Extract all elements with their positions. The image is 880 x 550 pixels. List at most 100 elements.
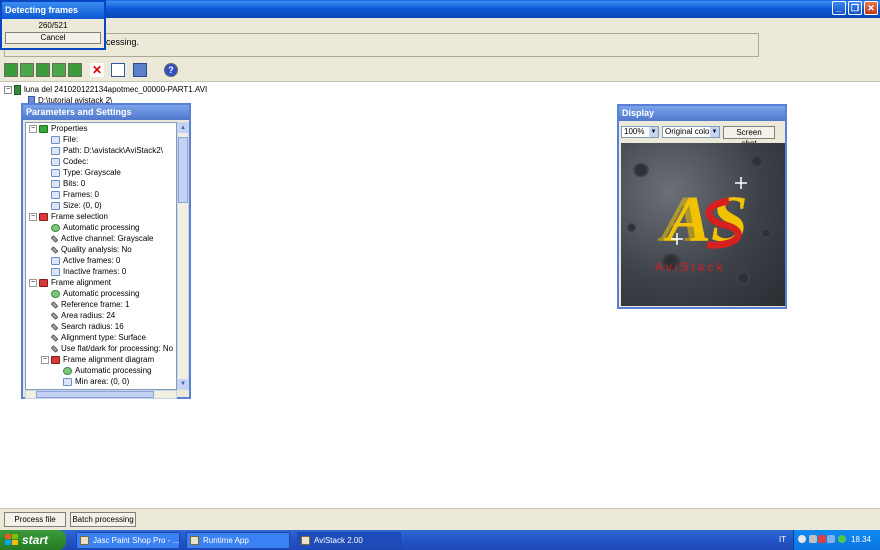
wrench-icon	[50, 235, 59, 243]
document-icon	[51, 168, 60, 177]
new-document-icon[interactable]	[111, 63, 125, 77]
tree-node[interactable]: Alignment type: Surface	[26, 332, 176, 343]
document-icon	[51, 135, 60, 144]
scroll-down-icon[interactable]: ▼	[178, 379, 188, 389]
language-indicator[interactable]: IT	[779, 535, 786, 544]
scroll-up-icon[interactable]: ▲	[178, 123, 188, 133]
tree-node[interactable]: Area radius: 24	[26, 310, 176, 321]
screenshot-button[interactable]: Screen shot	[723, 126, 775, 148]
tree-node[interactable]: Path: D:\avistack\AviStack2\	[26, 145, 176, 156]
tree-root[interactable]: − luna del 241020122134apotmec_00000-PART…	[4, 85, 207, 95]
tray-app-icon[interactable]	[798, 535, 806, 543]
runtime-app-icon	[190, 536, 199, 545]
start-button[interactable]: start	[0, 530, 66, 550]
tree-node[interactable]: Active frames: 0	[26, 255, 176, 266]
collapse-icon[interactable]: −	[4, 86, 12, 94]
chevron-down-icon: ▼	[649, 127, 658, 137]
help-icon[interactable]: ?	[164, 63, 178, 77]
document-icon	[51, 201, 60, 210]
tree-node[interactable]: Inactive frames: 0	[26, 266, 176, 277]
taskbar-item-paintshop[interactable]: Jasc Paint Shop Pro - ...	[76, 532, 180, 549]
minimize-icon[interactable]: _	[832, 1, 846, 15]
tree-node-label: Active frames: 0	[63, 256, 121, 265]
taskbar-item-avistack[interactable]: AviStack 2.00	[297, 532, 401, 549]
collapse-icon[interactable]: −	[29, 124, 37, 133]
wrench-icon	[50, 345, 59, 353]
toolbar	[0, 60, 880, 82]
folder-red-icon	[39, 278, 48, 287]
tree-node-label: Inactive frames: 0	[63, 267, 127, 276]
tree-node[interactable]: Frames: 0	[26, 189, 176, 200]
task-label: AviStack 2.00	[314, 536, 363, 545]
tree-node[interactable]: Search radius: 16	[26, 321, 176, 332]
hscroll-thumb[interactable]	[36, 391, 154, 398]
scroll-thumb[interactable]	[178, 137, 188, 203]
tree-node-label: Properties	[51, 124, 88, 133]
cancel-button[interactable]: Cancel	[5, 32, 101, 44]
collapse-icon[interactable]: −	[29, 278, 37, 287]
tray-status-icon[interactable]	[838, 535, 846, 543]
tray-network-icon[interactable]	[809, 535, 817, 543]
tree-node[interactable]: Bits: 0	[26, 178, 176, 189]
collapse-icon[interactable]: −	[41, 355, 49, 364]
tree-node[interactable]: Automatic processing	[26, 288, 176, 299]
tree-node[interactable]: Type: Grayscale	[26, 167, 176, 178]
tree-node-label: Frame alignment diagram	[63, 355, 155, 364]
process-file-button[interactable]: Process file	[4, 512, 66, 527]
collapse-icon[interactable]: −	[29, 212, 37, 221]
parameters-tree[interactable]: − Properties File: Path: D:\avistack\AviSta…	[25, 122, 177, 390]
color-mode-select[interactable]: Original color ▼	[662, 126, 720, 138]
tree-node[interactable]: Active channel: Grayscale	[26, 233, 176, 244]
document-icon	[51, 179, 60, 188]
open-green-icon[interactable]	[68, 63, 82, 77]
gear-icon	[63, 366, 72, 375]
save-icon[interactable]	[133, 63, 147, 77]
vertical-scrollbar[interactable]: ▲ ▼	[177, 122, 189, 390]
document-icon	[51, 256, 60, 265]
tree-node-label: Frames: 0	[63, 190, 100, 199]
tree-node[interactable]: Automatic processing	[26, 365, 176, 376]
open-green-icon[interactable]	[4, 63, 18, 77]
tree-node[interactable]: File:	[26, 134, 176, 145]
folder-red-icon	[51, 355, 60, 364]
tree-node-label: Automatic processing	[63, 223, 140, 232]
tree-node[interactable]: Min area: (0, 0)	[26, 376, 176, 387]
open-green-icon[interactable]	[52, 63, 66, 77]
tree-node-label: Path: D:\avistack\AviStack2\	[63, 146, 163, 155]
tree-node[interactable]: − Frame alignment	[26, 277, 176, 288]
delete-x-icon[interactable]: ✕	[90, 63, 104, 77]
tree-node-label: Automatic processing	[75, 366, 152, 375]
close-icon[interactable]: ✕	[864, 1, 878, 15]
tree-node[interactable]: Reference frame: 1	[26, 299, 176, 310]
tree-node[interactable]: − Frame alignment diagram	[26, 354, 176, 365]
preview-image: A AS AviStack	[621, 143, 785, 306]
tray-volume-icon[interactable]	[827, 535, 835, 543]
tree-node[interactable]: Quality analysis: No	[26, 244, 176, 255]
open-green-icon[interactable]	[36, 63, 50, 77]
main-title-bar: _ ❐ ✕	[0, 0, 880, 18]
wrench-icon	[50, 301, 59, 309]
tree-node[interactable]: − Frame selection	[26, 211, 176, 222]
tree-node-label: Automatic processing	[63, 289, 140, 298]
wrench-icon	[50, 246, 59, 254]
zoom-select[interactable]: 100% ▼	[621, 126, 659, 138]
open-green-icon[interactable]	[20, 63, 34, 77]
taskbar-item-runtime[interactable]: Runtime App	[186, 532, 290, 549]
tree-node[interactable]: − Properties	[26, 123, 176, 134]
tree-node[interactable]: Use flat/dark for processing: No	[26, 343, 176, 354]
horizontal-scrollbar[interactable]	[25, 390, 177, 399]
tree-node[interactable]: Size: (0, 0)	[26, 200, 176, 211]
document-icon	[51, 267, 60, 276]
tree-node[interactable]: Codec:	[26, 156, 176, 167]
maximize-icon[interactable]: ❐	[848, 1, 862, 15]
folder-green-icon	[39, 124, 48, 133]
batch-processing-button[interactable]: Batch processing	[70, 512, 136, 527]
tree-node[interactable]: Automatic processing	[26, 222, 176, 233]
tray-security-icon[interactable]	[818, 535, 826, 543]
logo-letter-a: AS	[663, 183, 748, 256]
detect-dialog-title: Detecting frames	[2, 2, 104, 19]
clock: 18.34	[851, 535, 872, 544]
avistack-logo: A AS AviStack	[655, 177, 748, 274]
wrench-icon	[50, 334, 59, 342]
tree-node-label: Size: (0, 0)	[63, 201, 102, 210]
